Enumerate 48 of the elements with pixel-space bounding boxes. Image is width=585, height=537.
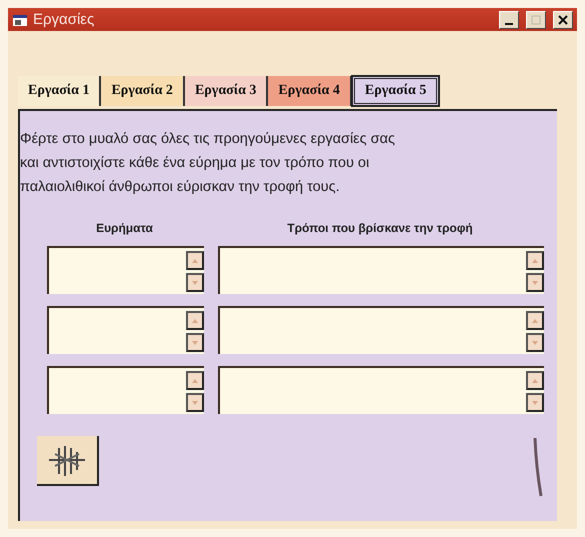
close-button[interactable]: [553, 10, 573, 28]
scroll-up-button[interactable]: [186, 251, 204, 270]
scroll-down-button[interactable]: [526, 393, 544, 412]
up-arrow-icon: [192, 378, 198, 382]
tab[interactable]: Εργασία 4: [268, 76, 352, 106]
scroll-up-button[interactable]: [186, 311, 204, 330]
minimize-button[interactable]: [499, 10, 519, 28]
scroll-down-button[interactable]: [526, 273, 544, 292]
down-arrow-icon: [192, 340, 198, 344]
instructions-text: Φέρτε στο μυαλό σας όλες τις προηγούμενες εργασίες σας και αντιστοιχίστε κάθε ένα εύρημα με τον τρόπο που οι παλαιολιθικοί άνθρωποι εύρισκαν την τροφή τους.: [20, 130, 396, 197]
maximize-button[interactable]: [526, 10, 546, 28]
tab[interactable]: Εργασία 3: [184, 76, 268, 106]
minimize-icon: [505, 22, 513, 24]
text-area[interactable]: [47, 366, 204, 414]
close-icon: [558, 14, 568, 24]
tab[interactable]: Εργασία 1: [18, 76, 102, 106]
text-area[interactable]: [47, 306, 204, 354]
column-header: Τρόποι που βρίσκανε την τροφή: [287, 221, 473, 235]
scroll-up-button[interactable]: [186, 371, 204, 390]
up-arrow-icon: [192, 318, 198, 322]
up-arrow-icon: [192, 258, 198, 262]
down-arrow-icon: [532, 400, 538, 404]
text-area[interactable]: [218, 246, 544, 294]
text-area[interactable]: [218, 366, 544, 414]
down-arrow-icon: [192, 280, 198, 284]
scroll-up-button[interactable]: [526, 251, 544, 270]
down-arrow-icon: [532, 280, 538, 284]
up-arrow-icon: [532, 378, 538, 382]
scroll-up-button[interactable]: [526, 311, 544, 330]
tab[interactable]: Εργασία 5: [352, 76, 440, 106]
scroll-down-button[interactable]: [526, 333, 544, 352]
down-arrow-icon: [192, 400, 198, 404]
down-arrow-icon: [532, 340, 538, 344]
window-title: Εργασίες: [33, 11, 94, 28]
tab[interactable]: Εργασία 2: [101, 76, 185, 106]
text-area[interactable]: [47, 246, 204, 294]
pen-stroke-icon: [533, 436, 543, 498]
maximize-icon: [531, 14, 541, 24]
scroll-up-button[interactable]: [526, 371, 544, 390]
picture-button[interactable]: [37, 436, 99, 486]
scroll-down-button[interactable]: [186, 273, 204, 292]
scroll-down-button[interactable]: [186, 393, 204, 412]
scroll-down-button[interactable]: [186, 333, 204, 352]
column-header: Ευρήματα: [96, 221, 153, 235]
up-arrow-icon: [532, 318, 538, 322]
text-area[interactable]: [218, 306, 544, 354]
up-arrow-icon: [532, 258, 538, 262]
window-icon: [12, 12, 28, 26]
